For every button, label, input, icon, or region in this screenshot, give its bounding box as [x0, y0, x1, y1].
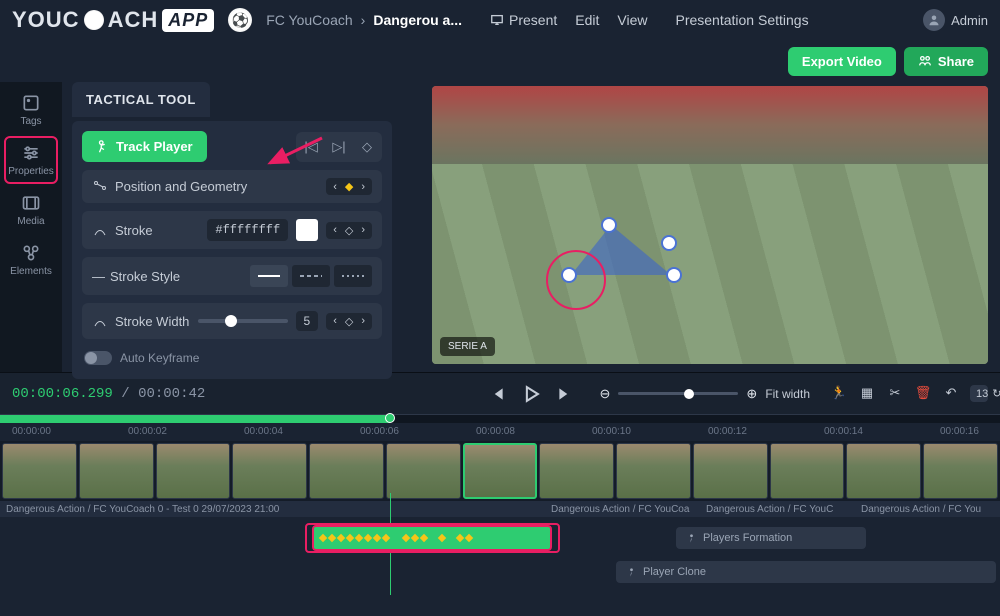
position-geometry-row[interactable]: Position and Geometry ‹◆›: [82, 170, 382, 203]
properties-panel: TACTICAL TOOL Track Player |◁ ▷| ◇ Posit…: [62, 82, 402, 372]
soccer-ball-icon: [84, 10, 104, 30]
stroke-width-slider[interactable]: [198, 319, 288, 323]
stroke-color-value[interactable]: #ffffffff: [207, 219, 288, 241]
stroke-dotted-option[interactable]: [334, 265, 372, 287]
prev-frame-button[interactable]: |◁: [298, 134, 324, 160]
league-badge: SERIE A: [440, 337, 495, 356]
skip-back-button[interactable]: [486, 383, 508, 405]
breadcrumb: FC YouCoach › Dangerou a...: [266, 12, 462, 28]
left-sidebar: Tags Properties Media Elements: [0, 82, 62, 372]
zoom-out-icon[interactable]: ⊖: [600, 386, 611, 402]
stroke-style-row: —Stroke Style: [82, 257, 382, 295]
stroke-width-value[interactable]: 5: [296, 311, 319, 331]
film-icon[interactable]: ▦: [858, 385, 876, 402]
clip-label: Dangerous Action / FC YouCoach 0 - Test …: [0, 501, 545, 517]
next-keyframe-icon[interactable]: ›: [358, 181, 368, 193]
color-swatch[interactable]: [296, 219, 318, 241]
auto-keyframe-toggle-row: Auto Keyframe: [82, 347, 382, 369]
prev-keyframe-icon[interactable]: ‹: [330, 181, 340, 193]
zoom-in-icon[interactable]: ⊕: [746, 386, 757, 402]
timeline: 00:00:06.299 / 00:00:42 ⊖ ⊕ Fit width 🏃 …: [0, 372, 1000, 595]
sidebar-item-media[interactable]: Media: [4, 186, 58, 234]
stroke-dashed-option[interactable]: [292, 265, 330, 287]
video-preview[interactable]: SERIE A: [402, 82, 1000, 372]
presentation-settings-link[interactable]: Presentation Settings: [675, 12, 808, 28]
undo-icon[interactable]: ↶: [942, 385, 960, 402]
erase-button[interactable]: ◇: [354, 134, 380, 160]
edit-link[interactable]: Edit: [575, 12, 599, 28]
clip-label: Dangerous Action / FC YouC: [700, 501, 855, 517]
logo: YOUCACH APP: [12, 7, 214, 33]
action-bar: Export Video Share: [0, 40, 1000, 82]
breadcrumb-current[interactable]: Dangerou a...: [373, 12, 462, 28]
top-menu: Present Edit View Presentation Settings: [490, 12, 809, 28]
topbar: YOUCACH APP ⚽ FC YouCoach › Dangerou a..…: [0, 0, 1000, 40]
user-menu[interactable]: Admin: [923, 9, 988, 31]
stroke-width-row: Stroke Width 5 ‹◇›: [82, 303, 382, 339]
scrub-bar[interactable]: [0, 415, 1000, 423]
cut-icon[interactable]: ✂: [886, 385, 904, 402]
sidebar-item-properties[interactable]: Properties: [4, 136, 58, 184]
auto-keyframe-toggle[interactable]: [84, 351, 112, 365]
track-player-button[interactable]: Track Player: [82, 131, 207, 162]
team-icon[interactable]: ⚽: [228, 8, 252, 32]
time-display: 00:00:06.299 / 00:00:42: [12, 386, 205, 402]
skip-forward-button[interactable]: [554, 383, 576, 405]
keyframe-diamond-icon[interactable]: ◆: [342, 180, 356, 193]
player-highlight-circle: [546, 250, 606, 310]
time-ruler: 00:00:00 00:00:02 00:00:04 00:00:06 00:0…: [0, 423, 1000, 441]
clip-label: Dangerous Action / FC You: [855, 501, 1000, 517]
fit-width-button[interactable]: Fit width: [765, 387, 810, 401]
play-button[interactable]: [520, 383, 542, 405]
next-frame-button[interactable]: ▷|: [326, 134, 352, 160]
breadcrumb-team[interactable]: FC YouCoach: [266, 12, 352, 28]
history-count[interactable]: 13 ↻: [970, 385, 988, 402]
playhead-icon[interactable]: [385, 413, 395, 423]
zoom-slider[interactable]: [618, 392, 738, 395]
stroke-solid-option[interactable]: [250, 265, 288, 287]
track-player-clone[interactable]: Player Clone: [616, 561, 996, 583]
clips-row[interactable]: [0, 441, 1000, 501]
present-link[interactable]: Present: [490, 12, 557, 28]
panel-title: TACTICAL TOOL: [72, 82, 210, 117]
track-players-formation[interactable]: Players Formation: [676, 527, 866, 549]
view-link[interactable]: View: [617, 12, 647, 28]
keyframe-strip[interactable]: [312, 525, 552, 551]
delete-icon[interactable]: 🗑: [914, 385, 932, 402]
stroke-row: Stroke #ffffffff ‹◇›: [82, 211, 382, 249]
clip-label: Dangerous Action / FC YouCoa: [545, 501, 700, 517]
avatar-icon: [923, 9, 945, 31]
sidebar-item-elements[interactable]: Elements: [4, 236, 58, 284]
runner-icon[interactable]: 🏃: [830, 385, 848, 402]
share-button[interactable]: Share: [904, 47, 988, 76]
sidebar-item-tags[interactable]: Tags: [4, 86, 58, 134]
tactical-overlay: [571, 225, 671, 275]
export-video-button[interactable]: Export Video: [788, 47, 896, 76]
